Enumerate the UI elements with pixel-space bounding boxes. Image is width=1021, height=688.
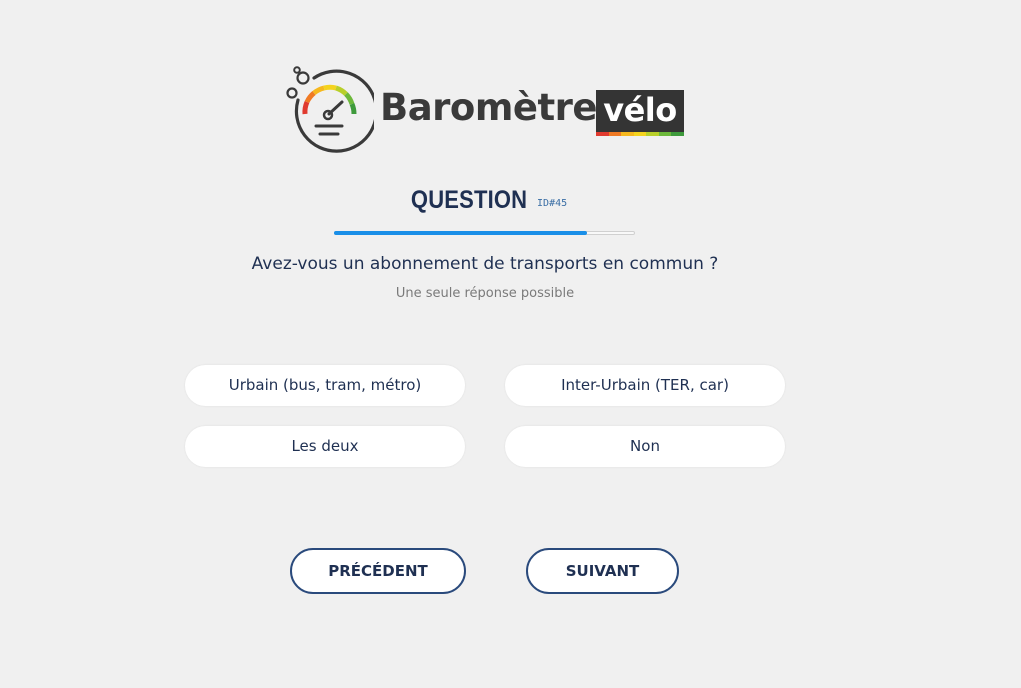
question-title: QUESTION (410, 186, 528, 214)
barometre-velo-logo: Baromètre vélo (284, 64, 686, 156)
progress-fill (334, 231, 587, 235)
question-hint: Une seule réponse possible (395, 286, 575, 301)
question-text: Avez-vous un abonnement de transports en… (251, 254, 719, 274)
option-urbain[interactable]: Urbain (bus, tram, métro) (185, 365, 465, 406)
progress-bar (334, 231, 635, 235)
logo-color-stripes (596, 132, 685, 136)
gauge-icon (286, 66, 374, 153)
survey-page: Baromètre vélo QUESTION ID#45 Avez-vous u… (0, 0, 1021, 688)
option-non[interactable]: Non (505, 426, 785, 467)
previous-button[interactable]: PRÉCÉDENT (290, 548, 466, 594)
question-header: QUESTION ID#45 (0, 186, 970, 215)
option-les-deux[interactable]: Les deux (185, 426, 465, 467)
option-inter-urbain[interactable]: Inter-Urbain (TER, car) (505, 365, 785, 406)
question-id: ID#45 (537, 198, 568, 209)
logo-wordmark: Baromètre (380, 86, 598, 129)
logo-velo-text: vélo (603, 91, 677, 129)
next-button[interactable]: SUIVANT (526, 548, 679, 594)
logo-velo-badge: vélo (596, 90, 685, 136)
